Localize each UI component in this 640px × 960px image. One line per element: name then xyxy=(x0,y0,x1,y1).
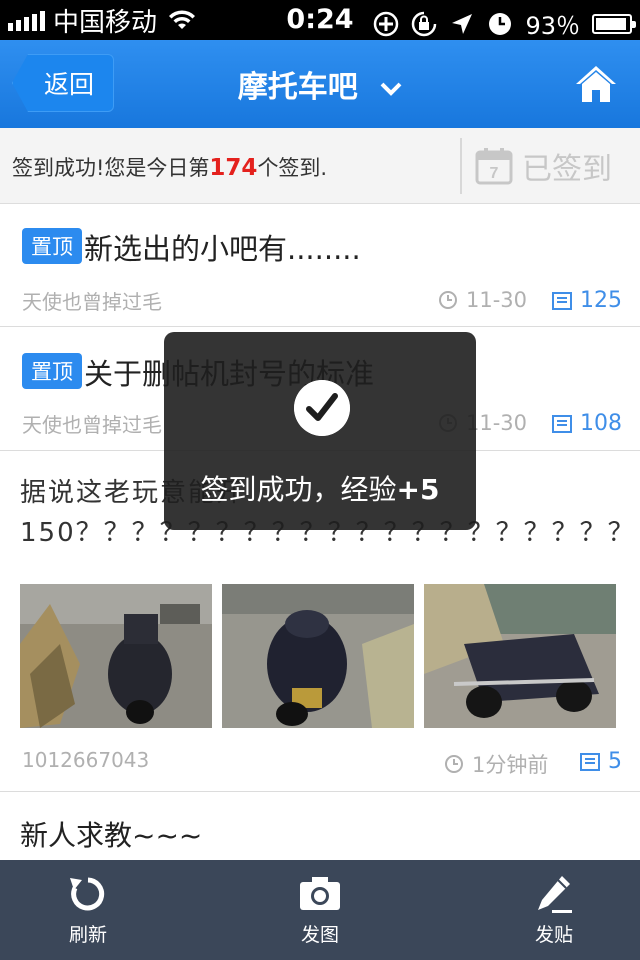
tab-label: 发图 xyxy=(300,924,339,946)
post-date: 11-30 xyxy=(438,288,527,312)
refresh-icon xyxy=(70,877,105,911)
tab-new-post[interactable]: 发贴 xyxy=(494,874,614,947)
post-image[interactable] xyxy=(424,584,616,728)
post-author: 1012667043 xyxy=(22,748,150,772)
location-icon xyxy=(452,13,473,34)
post-replies: 125 xyxy=(552,288,622,313)
reply-count-icon xyxy=(580,752,600,771)
post-date-text: 1分钟前 xyxy=(472,753,549,777)
reply-count-icon xyxy=(552,291,572,310)
pinned-badge: 置顶 xyxy=(22,228,82,264)
toast-bonus: +5 xyxy=(396,473,440,506)
pinned-badge: 置顶 xyxy=(22,353,82,389)
tab-label: 刷新 xyxy=(68,924,107,946)
wifi-icon xyxy=(169,10,196,29)
signed-label: 已签到 xyxy=(522,152,612,187)
camera-icon xyxy=(300,877,340,910)
post-replies: 108 xyxy=(552,411,622,436)
clock-icon xyxy=(445,755,463,773)
status-left: 中国移动 xyxy=(0,2,197,39)
rotation-lock-icon xyxy=(412,11,437,36)
status-bar: 中国移动 0:24 93％ xyxy=(0,0,640,40)
reply-count: 5 xyxy=(608,749,622,774)
sign-in-rank: 174 xyxy=(209,155,258,181)
post-image[interactable] xyxy=(20,584,212,728)
calendar-day: 7 xyxy=(490,165,499,182)
bottom-tab-bar: 刷新 发图 发贴 xyxy=(0,860,640,960)
sign-in-message: 签到成功!您是今日第174个签到. xyxy=(12,152,327,182)
post-date-text: 11-30 xyxy=(466,288,528,312)
post-item[interactable]: 置顶 新选出的小吧有........ 天使也曾掉过毛 11-30 125 xyxy=(0,204,640,327)
post-item[interactable]: 新人求教~~~ xyxy=(0,792,640,860)
reply-count: 125 xyxy=(580,288,622,313)
calendar-icon: 7 xyxy=(475,148,513,185)
home-icon[interactable] xyxy=(574,62,618,106)
reply-count: 108 xyxy=(580,411,622,436)
battery-percent: 93％ xyxy=(525,12,580,40)
chevron-down-icon xyxy=(380,82,402,96)
forum-title-dropdown[interactable]: 摩托车吧 xyxy=(0,62,640,106)
post-replies: 5 xyxy=(580,749,622,774)
forum-title: 摩托车吧 xyxy=(237,70,358,105)
post-title: 新人求教~~~ xyxy=(20,819,203,852)
battery-fill xyxy=(596,17,626,30)
tab-post-image[interactable]: 发图 xyxy=(260,874,380,947)
checkmark-icon xyxy=(294,380,350,436)
add-circle-icon xyxy=(374,11,399,36)
sign-in-success-toast: 签到成功，经验+5 xyxy=(164,332,476,530)
post-date: 1分钟前 xyxy=(444,749,548,779)
post-title-line: 置顶 新选出的小吧有........ xyxy=(22,226,361,268)
sign-in-prefix: 签到成功!您是今日第 xyxy=(12,156,210,180)
divider xyxy=(460,138,462,194)
post-author: 天使也曾掉过毛 xyxy=(22,413,162,437)
tab-label: 发贴 xyxy=(534,924,573,946)
toast-text: 签到成功，经验 xyxy=(200,473,397,506)
carrier-name: 中国移动 xyxy=(53,7,158,38)
alarm-clock-icon xyxy=(489,12,512,35)
toast-message: 签到成功，经验+5 xyxy=(164,468,476,508)
tab-refresh[interactable]: 刷新 xyxy=(28,874,148,947)
pencil-icon xyxy=(538,876,572,913)
sign-in-bar: 签到成功!您是今日第174个签到. 7 已签到 xyxy=(0,128,640,204)
post-image[interactable] xyxy=(222,584,414,728)
signal-icon xyxy=(8,9,45,31)
sign-in-suffix: 个签到. xyxy=(257,156,328,180)
status-right: 93％ xyxy=(373,6,636,41)
reply-count-icon xyxy=(552,414,572,433)
post-title: 新选出的小吧有........ xyxy=(84,232,361,266)
clock-icon xyxy=(439,291,457,309)
battery-icon xyxy=(592,13,636,34)
signed-button[interactable]: 7 已签到 xyxy=(474,140,634,192)
nav-bar: 返回 摩托车吧 xyxy=(0,40,640,128)
post-author: 天使也曾掉过毛 xyxy=(22,290,162,314)
